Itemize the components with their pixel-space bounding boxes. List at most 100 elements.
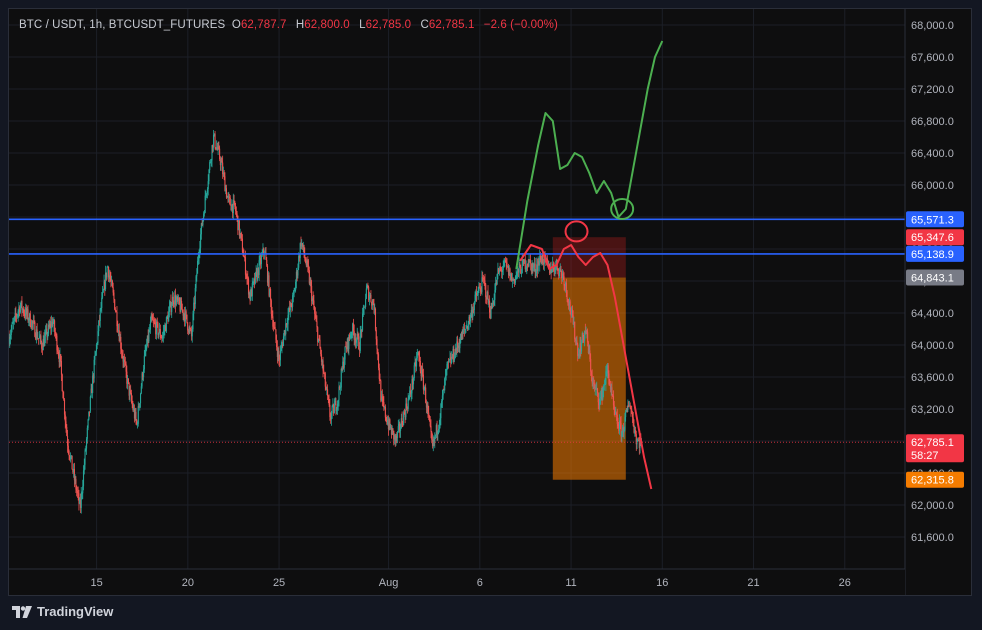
candle-body <box>530 260 532 264</box>
candle <box>106 266 108 280</box>
x-tick-label-3: Aug <box>379 577 399 589</box>
projection-bull-line <box>515 40 664 270</box>
candle-body <box>186 314 188 323</box>
candle-body <box>106 267 108 278</box>
candle <box>38 338 40 345</box>
candle-body <box>590 359 592 372</box>
candle-body <box>137 406 139 424</box>
y-tick-label-14: 67,200.0 <box>911 84 954 96</box>
low-label: L <box>359 19 366 31</box>
axis-price-label-text: 65,571.3 <box>911 214 954 226</box>
candle-body <box>68 451 70 456</box>
y-tick-label-4: 63,200.0 <box>911 404 954 416</box>
candle-body <box>625 412 627 418</box>
y-tick-label-13: 66,800.0 <box>911 116 954 128</box>
candle-body <box>149 321 151 330</box>
axis-price-label-3: 64,843.1 <box>906 269 964 286</box>
y-tick-label-16: 68,000.0 <box>911 20 954 32</box>
candle-body <box>214 133 216 148</box>
close-label: C <box>420 19 429 31</box>
y-tick-label-7: 64,400.0 <box>911 308 954 320</box>
candle <box>229 195 231 206</box>
candle-body <box>94 355 96 360</box>
chart-pane[interactable]: 61,600.062,000.062,400.062,800.063,200.0… <box>8 8 972 596</box>
candle-body <box>127 378 129 383</box>
candle-body <box>279 350 281 361</box>
candle-body <box>212 134 215 148</box>
candle-body <box>365 298 367 308</box>
axis-price-label-text: 62,315.8 <box>911 475 954 487</box>
candle-body <box>459 342 461 349</box>
candle-body <box>101 297 103 308</box>
brand-name: TradingView <box>37 604 114 619</box>
axis-price-label-1: 65,138.9 <box>906 245 964 262</box>
axis-price-label-4: 62,785.158:27 <box>906 434 964 463</box>
time-axis <box>9 569 905 595</box>
x-tick-label-0: 15 <box>90 577 102 589</box>
x-tick-label-6: 16 <box>656 577 668 589</box>
x-tick-label-1: 20 <box>182 577 194 589</box>
candle-body <box>333 404 335 414</box>
tradingview-logo-icon <box>12 605 32 618</box>
candle <box>186 314 188 324</box>
high-label: H <box>295 19 305 31</box>
axis-price-label-5: 62,315.8 <box>906 471 964 488</box>
open-label: O <box>231 19 241 31</box>
y-tick-label-5: 63,600.0 <box>911 372 954 384</box>
candle <box>274 321 276 330</box>
candle-body <box>611 387 613 395</box>
candle-body <box>270 289 272 301</box>
candle <box>139 392 142 408</box>
candle-body <box>139 393 142 404</box>
x-tick-label-2: 25 <box>273 577 285 589</box>
axis-price-label-text: 64,843.1 <box>911 273 954 285</box>
candle-body <box>370 294 372 302</box>
price-chart[interactable]: 61,600.062,000.062,400.062,800.063,200.0… <box>9 9 972 596</box>
candle-body <box>87 419 89 428</box>
candle <box>370 290 372 303</box>
candle-body <box>11 323 13 330</box>
y-tick-label-11: 66,000.0 <box>911 180 954 192</box>
candle-body <box>374 308 377 330</box>
candle-body <box>376 339 378 350</box>
open-value: 62,787.7 <box>240 19 287 31</box>
candle <box>319 335 321 349</box>
candle-body <box>465 328 467 330</box>
candle <box>89 395 91 414</box>
candle-body <box>485 284 487 298</box>
symbol-title[interactable]: BTC / USDT, 1h, BTCUSDT_FUTURES <box>19 19 225 31</box>
candle-body <box>113 292 115 300</box>
candle <box>80 487 82 514</box>
grid-lines <box>9 9 905 569</box>
axis-price-label-text: 65,138.9 <box>911 249 954 261</box>
low-value: 62,785.0 <box>365 19 412 31</box>
high-value: 62,800.0 <box>304 19 350 31</box>
candle-body <box>236 213 238 216</box>
candle-body <box>143 355 145 370</box>
candle-body <box>580 342 583 352</box>
x-tick-label-7: 21 <box>747 577 759 589</box>
short-zone-red <box>552 237 626 278</box>
marker-circle-1 <box>610 198 635 220</box>
close-value: 62,785.1 <box>428 19 475 31</box>
x-tick-label-8: 26 <box>839 577 851 589</box>
symbol-legend: BTC / USDT, 1h, BTCUSDT_FUTURES O62,787.… <box>19 19 558 31</box>
candle <box>61 373 63 392</box>
candle-body <box>392 428 394 431</box>
candle-body <box>344 346 346 360</box>
candle <box>214 131 216 150</box>
candle-body <box>274 326 276 330</box>
tradingview-logo[interactable]: TradingView <box>12 604 113 619</box>
candle <box>317 326 319 346</box>
candle <box>344 346 346 365</box>
axis-price-label-2: 65,347.6 <box>906 229 964 246</box>
candle <box>363 304 365 315</box>
candle-body <box>135 412 137 421</box>
footer-bar: TradingView <box>0 596 982 630</box>
y-tick-label-12: 66,400.0 <box>911 148 954 160</box>
candle-body <box>71 455 73 470</box>
y-tick-label-1: 62,000.0 <box>911 500 954 512</box>
x-tick-label-4: 6 <box>477 577 483 589</box>
change-value: −2.6 (−0.00%) <box>483 19 558 31</box>
candle-body <box>365 288 367 299</box>
